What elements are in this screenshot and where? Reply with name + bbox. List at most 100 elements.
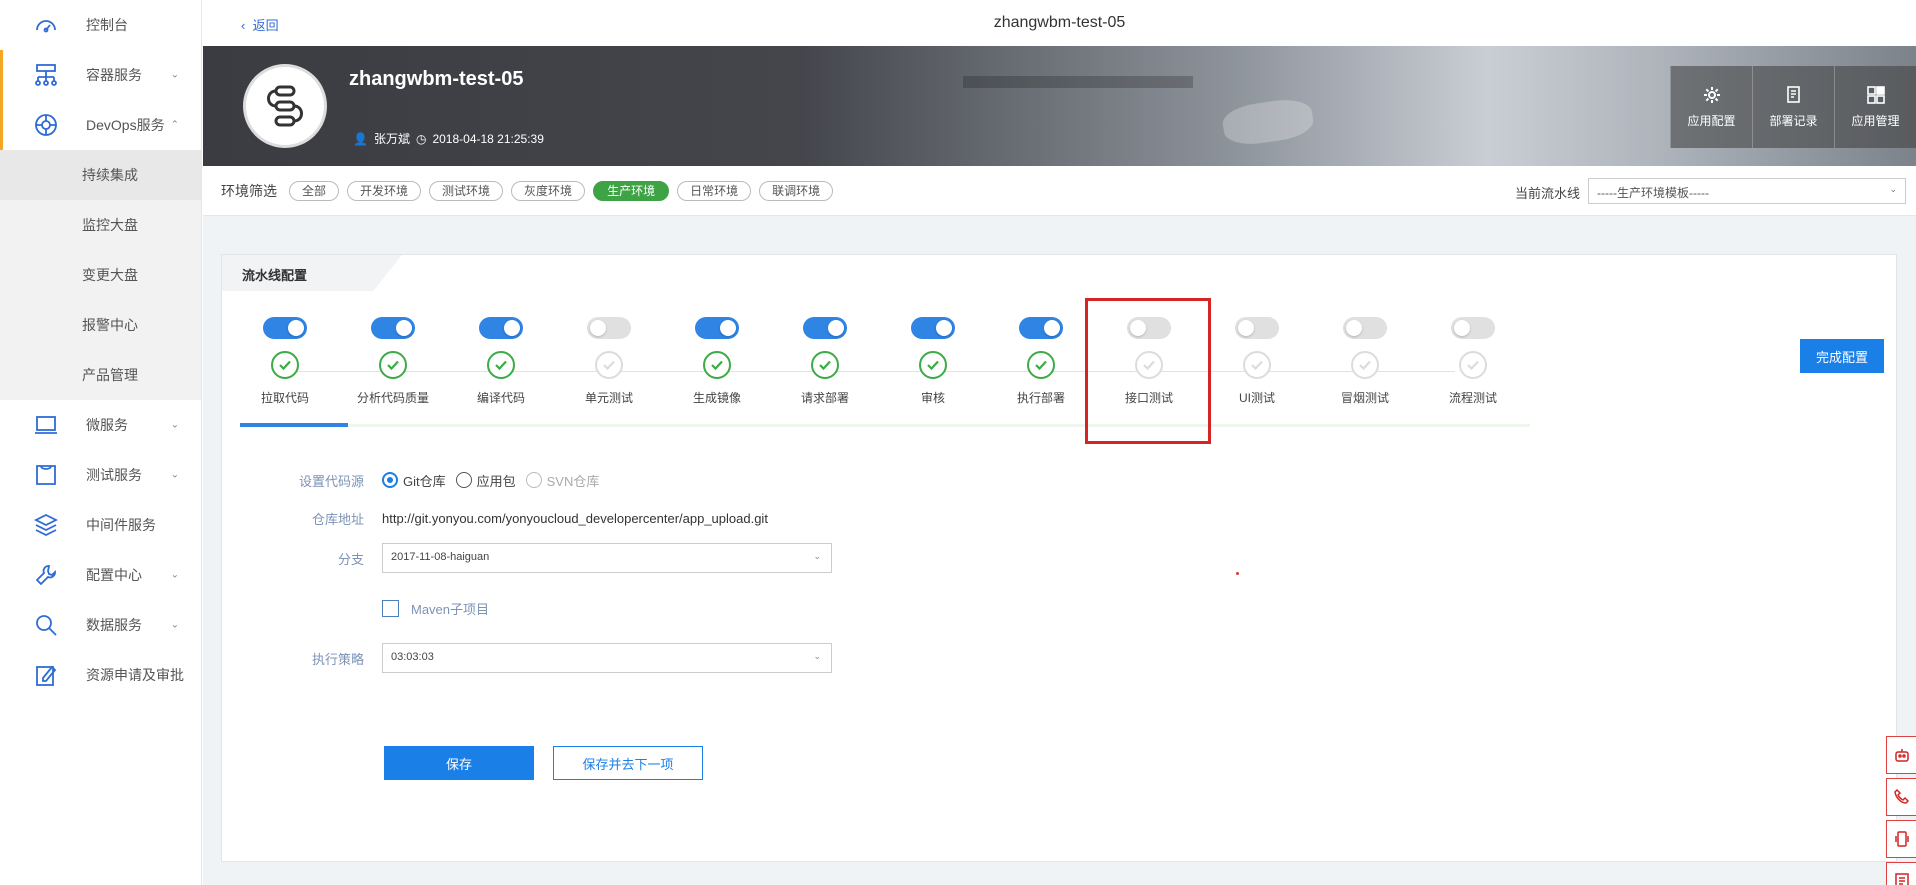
radio-git[interactable]: Git仓库 xyxy=(382,471,446,490)
toggle-knob xyxy=(590,320,606,336)
app-name: zhangwbm-test-05 xyxy=(349,68,524,90)
pipeline-step[interactable]: 执行部署 xyxy=(996,317,1086,406)
maven-checkbox[interactable]: Maven子项目 xyxy=(382,599,489,618)
maven-label: Maven子项目 xyxy=(411,601,490,617)
branch-select[interactable]: 2017-11-08-haiguan ⌄ xyxy=(382,543,832,573)
nav-item-microservice[interactable]: 微服务 ⌄ xyxy=(0,400,201,450)
pipeline-step[interactable]: 冒烟测试 xyxy=(1320,317,1410,406)
step-toggle[interactable] xyxy=(803,317,847,339)
app-config-label: 应用配置 xyxy=(1687,113,1736,128)
step-toggle[interactable] xyxy=(1451,317,1495,339)
phone-button[interactable] xyxy=(1886,778,1916,816)
nav-item-devops[interactable]: DevOps服务 ⌃ xyxy=(0,100,201,150)
check-icon xyxy=(703,351,731,379)
pipeline-select-label: 当前流水线 xyxy=(1514,186,1580,201)
step-toggle[interactable] xyxy=(1019,317,1063,339)
deploy-records-button[interactable]: 部署记录 xyxy=(1752,66,1834,148)
pipeline-step[interactable]: 编译代码 xyxy=(456,317,546,406)
source-row: 设置代码源 Git仓库 应用包 SVN仓库 xyxy=(222,465,609,495)
pipeline-step[interactable]: UI测试 xyxy=(1212,317,1302,406)
sub-item-change[interactable]: 变更大盘 xyxy=(0,250,201,300)
marker-dot xyxy=(1236,572,1239,575)
pipeline-step[interactable]: 接口测试 xyxy=(1104,317,1194,406)
nav-item-config[interactable]: 配置中心 ⌄ xyxy=(0,550,201,600)
monitor-icon xyxy=(32,411,60,439)
sub-item-product[interactable]: 产品管理 xyxy=(0,350,201,400)
check-icon xyxy=(1027,351,1055,379)
step-toggle[interactable] xyxy=(1343,317,1387,339)
step-label: 审核 xyxy=(920,391,945,405)
nav-item-dashboard[interactable]: 控制台 xyxy=(0,0,201,50)
mobile-button[interactable] xyxy=(1886,820,1916,858)
nav-item-middleware[interactable]: 中间件服务 xyxy=(0,500,201,550)
back-link[interactable]: ‹ 返回 xyxy=(241,15,279,34)
toggle-knob xyxy=(1346,320,1362,336)
toggle-knob xyxy=(396,320,412,336)
step-toggle[interactable] xyxy=(587,317,631,339)
toggle-knob xyxy=(288,320,304,336)
app-config-button[interactable]: 应用配置 xyxy=(1670,66,1752,148)
env-chip-daily[interactable]: 日常环境 xyxy=(677,180,752,201)
repo-row: 仓库地址 http://git.yonyou.com/yonyoucloud_d… xyxy=(222,503,768,533)
app-manage-button[interactable]: 应用管理 xyxy=(1834,66,1916,148)
pipeline-step[interactable]: 拉取代码 xyxy=(240,317,330,406)
strategy-select[interactable]: 03:03:03 ⌄ xyxy=(382,643,832,673)
step-label: 流程测试 xyxy=(1448,391,1497,405)
strategy-label: 执行策略 xyxy=(311,651,364,667)
radio-svn[interactable]: SVN仓库 xyxy=(525,471,599,490)
page-title: zhangwbm-test-05 xyxy=(993,14,1126,31)
step-toggle[interactable] xyxy=(695,317,739,339)
app-owner: 张万斌 xyxy=(373,132,410,146)
pipeline-step[interactable]: 分析代码质量 xyxy=(348,317,438,406)
check-icon xyxy=(379,351,407,379)
active-step-indicator xyxy=(240,423,348,427)
container-icon xyxy=(32,61,60,89)
robot-icon xyxy=(1894,749,1909,762)
branch-select-value: 2017-11-08-haiguan xyxy=(391,551,490,563)
step-toggle[interactable] xyxy=(1235,317,1279,339)
radio-package[interactable]: 应用包 xyxy=(455,471,516,490)
robot-button[interactable] xyxy=(1886,736,1916,774)
chevron-down-icon: ⌄ xyxy=(813,551,821,561)
banner-actions: 应用配置 部署记录 应用管理 xyxy=(1670,66,1916,148)
toggle-knob xyxy=(1454,320,1470,336)
step-toggle[interactable] xyxy=(371,317,415,339)
pipeline-step[interactable]: 单元测试 xyxy=(564,317,654,406)
step-label: 编译代码 xyxy=(476,391,525,405)
pipeline-step[interactable]: 生成镜像 xyxy=(672,317,762,406)
step-toggle[interactable] xyxy=(263,317,307,339)
env-chip-dev[interactable]: 开发环境 xyxy=(347,180,422,201)
save-and-next-button[interactable]: 保存并去下一项 xyxy=(553,746,703,780)
pipeline-select[interactable]: -----生产环境模板----- ⌄ xyxy=(1588,178,1906,204)
nav-item-container[interactable]: 容器服务 ⌄ xyxy=(0,50,201,100)
nav-item-data[interactable]: 数据服务 ⌄ xyxy=(0,600,201,650)
step-toggle[interactable] xyxy=(1127,317,1171,339)
nav-item-label: 中间件服务 xyxy=(86,517,156,533)
nav-item-resource[interactable]: 资源申请及审批 xyxy=(0,650,201,700)
step-toggle[interactable] xyxy=(911,317,955,339)
pipeline-step[interactable]: 请求部署 xyxy=(780,317,870,406)
env-filter-label: 环境筛选 xyxy=(221,182,277,199)
dashboard-icon xyxy=(32,11,60,39)
toggle-knob xyxy=(936,320,952,336)
finish-config-button[interactable]: 完成配置 xyxy=(1800,339,1884,373)
save-button[interactable]: 保存 xyxy=(384,746,534,780)
pipeline-step[interactable]: 流程测试 xyxy=(1428,317,1518,406)
sub-item-monitor[interactable]: 监控大盘 xyxy=(0,200,201,250)
env-chip-gray[interactable]: 灰度环境 xyxy=(511,180,586,201)
env-chip-test[interactable]: 测试环境 xyxy=(429,180,504,201)
strategy-row: 执行策略 03:03:03 ⌄ xyxy=(222,643,832,673)
sub-item-alert[interactable]: 报警中心 xyxy=(0,300,201,350)
phone-icon xyxy=(1893,788,1909,804)
chevron-down-icon: ⌄ xyxy=(170,69,179,81)
env-chip-prod[interactable]: 生产环境 xyxy=(593,180,670,201)
sub-item-ci[interactable]: 持续集成 xyxy=(0,150,201,200)
feedback-button[interactable] xyxy=(1886,862,1916,885)
check-icon xyxy=(1351,351,1379,379)
env-chip-all[interactable]: 全部 xyxy=(289,180,340,201)
pipeline-step[interactable]: 审核 xyxy=(888,317,978,406)
main-area: ‹ 返回 zhangwbm-test-05 zhangwbm-test-05 👤… xyxy=(203,0,1916,885)
env-chip-integration[interactable]: 联调环境 xyxy=(759,180,834,201)
step-toggle[interactable] xyxy=(479,317,523,339)
nav-item-test[interactable]: 测试服务 ⌄ xyxy=(0,450,201,500)
